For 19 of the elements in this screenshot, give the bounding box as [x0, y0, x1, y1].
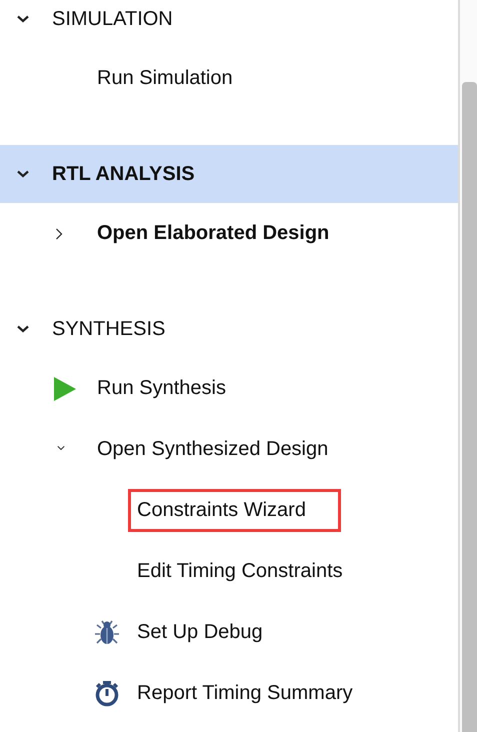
task-item[interactable]: Run Simulation — [88, 57, 242, 100]
task-item[interactable]: Edit Timing Constraints — [128, 550, 352, 593]
section-header[interactable]: SIMULATION — [0, 0, 458, 48]
chevron-icon — [17, 15, 29, 23]
play-icon — [54, 376, 76, 400]
task-item[interactable]: Report Timing Summary — [128, 672, 362, 715]
task-item[interactable]: Constraints Wizard — [128, 489, 341, 532]
chevron-icon[interactable] — [54, 226, 64, 240]
task-item[interactable]: Open Elaborated Design — [88, 212, 338, 255]
chevron-icon — [17, 170, 29, 178]
scrollbar-thumb[interactable] — [462, 82, 477, 732]
stopwatch-icon — [94, 680, 120, 706]
task-item[interactable]: Run Synthesis — [88, 367, 235, 410]
task-item[interactable]: Open Synthesized Design — [88, 428, 338, 471]
section-header[interactable]: SYNTHESIS — [0, 300, 458, 358]
task-item[interactable]: Set Up Debug — [128, 611, 272, 654]
section-header[interactable]: RTL ANALYSIS — [0, 145, 458, 203]
bug-icon — [94, 620, 120, 646]
chevron-icon — [17, 325, 29, 333]
